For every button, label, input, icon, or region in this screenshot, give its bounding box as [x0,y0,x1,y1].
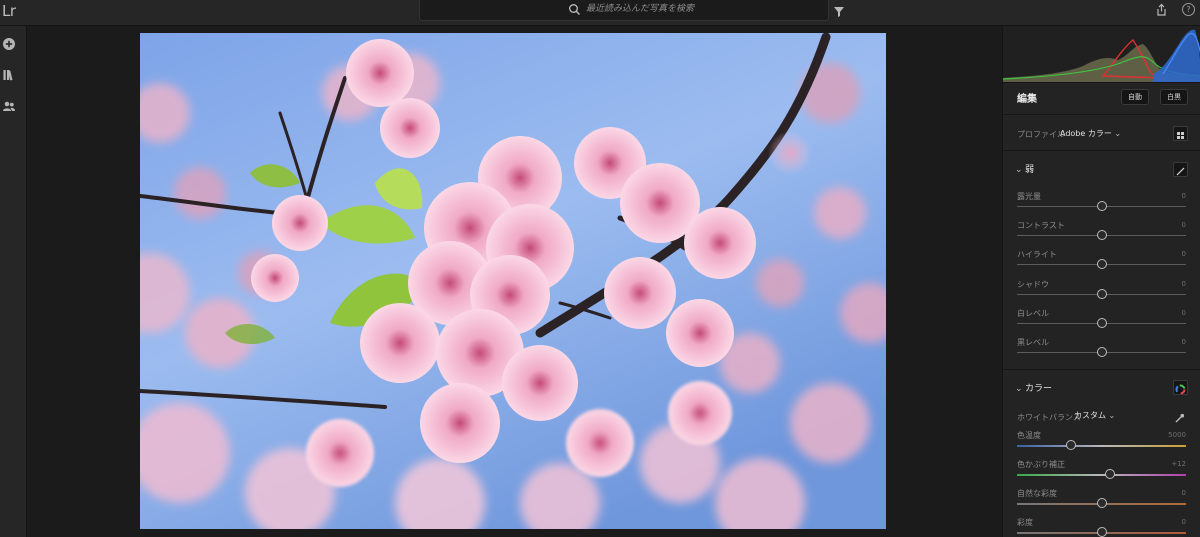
help-icon[interactable]: ? [1182,3,1195,16]
white-balance-dropdown[interactable]: カスタム ⌄ [1074,410,1115,421]
slider-thumb[interactable] [1096,230,1107,241]
color-section-title: カラー [1025,384,1053,394]
chevron-down-icon: ⌄ [1015,384,1023,394]
white-balance-label: ホワイトバランス [1017,413,1081,422]
slider-track[interactable] [1017,445,1186,447]
slider-value[interactable]: +12 [1171,460,1186,468]
slider-value[interactable]: 0 [1182,280,1186,288]
chevron-down-icon: ⌄ [1015,165,1023,175]
slider-label: 色かぶり補正 [1017,460,1065,469]
chevron-down-icon: ⌄ [1114,129,1122,138]
slider-label: 自然な彩度 [1017,489,1057,498]
slider-thumb[interactable] [1096,347,1107,357]
profile-value: Adobe カラー [1060,129,1112,138]
bw-button[interactable]: 白黒 [1160,89,1188,105]
search-input[interactable] [586,1,786,17]
slider-label: 黒レベル [1017,338,1049,347]
top-bar: Lr ? [0,0,1200,26]
add-icon[interactable] [2,36,16,55]
slider-value[interactable]: 5000 [1168,431,1186,439]
slider-value[interactable]: 0 [1182,338,1186,346]
slider-track[interactable] [1017,474,1186,476]
left-rail [0,26,27,537]
slider-label: シャドウ [1017,279,1049,289]
slider-value[interactable]: 0 [1182,309,1186,317]
slider-value[interactable]: 0 [1182,250,1186,258]
slider-label: 彩度 [1017,518,1033,527]
color-mixer-button[interactable] [1173,380,1188,395]
edit-panel: 編集 自動 白黒 プロファイル Adobe カラー ⌄ ⌄ 弱 露光量 0 コントラス… [1002,26,1200,537]
tone-curve-button[interactable] [1173,162,1188,177]
app-logo: Lr [2,2,16,20]
slider-label: ハイライト [1017,250,1057,260]
slider-label: 露光量 [1017,192,1041,201]
slider-label: 白レベル [1017,308,1049,318]
share-icon[interactable] [1155,2,1168,21]
histogram [1003,26,1200,82]
edit-title: 編集 [1017,94,1037,105]
profile-browser-button[interactable] [1173,126,1188,141]
slider-label: コントラスト [1017,221,1065,231]
slider-thumb[interactable] [1066,440,1077,450]
slider-value[interactable]: 0 [1182,489,1186,497]
profile-label: プロファイル [1017,130,1065,139]
auto-button[interactable]: 自動 [1121,89,1149,105]
profile-dropdown[interactable]: Adobe カラー ⌄ [1060,128,1121,139]
slider-thumb[interactable] [1096,201,1107,211]
slider-thumb[interactable] [1096,259,1107,270]
slider-thumb[interactable] [1104,469,1115,479]
slider-thumb[interactable] [1096,288,1107,299]
search-icon [568,1,581,20]
slider-thumb[interactable] [1096,498,1107,508]
light-section-header[interactable]: ⌄ 弱 [1015,162,1034,175]
grid-icon [1177,132,1184,139]
slider-value[interactable]: 0 [1182,221,1186,229]
search-bar[interactable] [419,0,829,21]
slider-label: 色温度 [1017,431,1041,440]
filter-icon[interactable] [833,3,845,22]
color-section-header[interactable]: ⌄ カラー [1015,381,1052,394]
people-icon[interactable] [2,98,16,117]
white-balance-value: カスタム [1074,411,1106,420]
light-section-title: 弱 [1025,165,1035,175]
photo-canvas [27,26,1002,537]
chevron-down-icon: ⌄ [1108,411,1116,420]
photo-image[interactable] [140,33,886,529]
slider-value[interactable]: 0 [1182,192,1186,200]
curve-icon [1176,167,1185,176]
slider-thumb[interactable] [1096,317,1107,328]
library-icon[interactable] [2,67,16,86]
slider-value[interactable]: 0 [1182,518,1186,526]
eyedropper-icon[interactable] [1174,409,1185,428]
slider-thumb[interactable] [1096,527,1107,537]
color-wheel-icon [1175,384,1186,395]
